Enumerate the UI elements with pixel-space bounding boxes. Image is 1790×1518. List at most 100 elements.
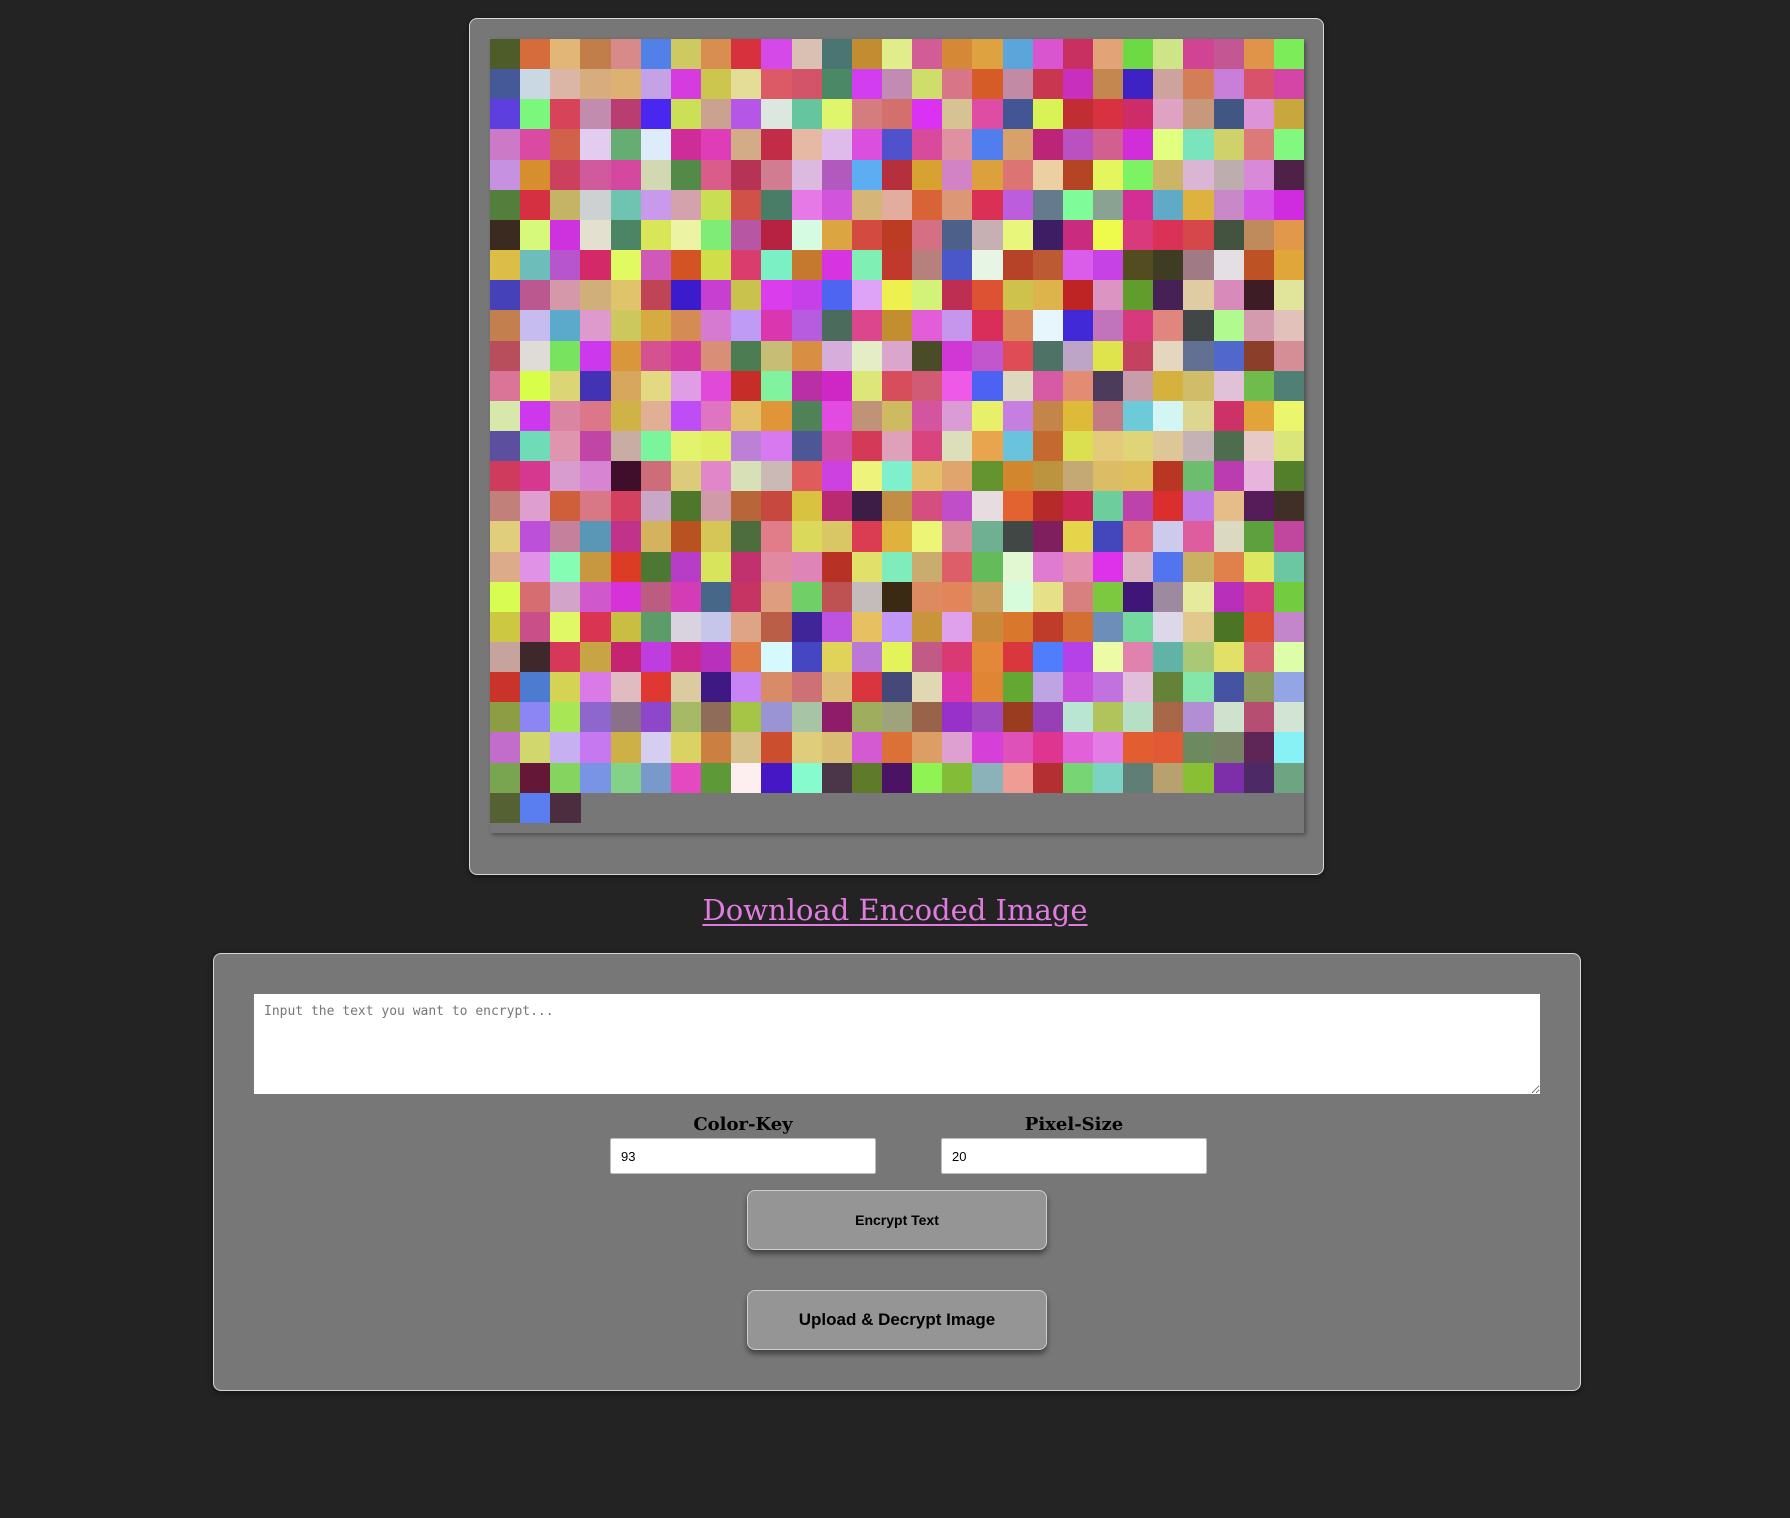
encoded-pixel — [610, 219, 641, 251]
encoded-pixel — [580, 762, 611, 793]
encoded-pixel — [791, 702, 822, 733]
encoded-pixel — [670, 340, 702, 371]
encoded-pixel — [520, 39, 551, 70]
upload-decrypt-image-button[interactable]: Upload & Decrypt Image — [747, 1290, 1047, 1350]
encoded-pixel — [731, 461, 762, 492]
encoded-pixel — [731, 159, 762, 190]
encoded-pixel — [640, 280, 671, 311]
encoded-pixel — [1123, 159, 1154, 190]
encoded-pixel — [490, 250, 521, 281]
encoded-pixel — [550, 159, 581, 190]
encoded-pixel — [1123, 69, 1154, 100]
encoded-pixel — [640, 672, 671, 703]
encoded-pixel — [520, 430, 551, 462]
encoded-pixel — [972, 310, 1003, 341]
download-encoded-image-link[interactable]: Download Encoded Image — [0, 893, 1790, 927]
encoded-pixel — [761, 491, 792, 522]
encoded-pixel — [1213, 99, 1244, 130]
encoded-pixel — [942, 461, 973, 492]
encoded-pixel — [1243, 189, 1274, 220]
encoded-pixel — [580, 340, 611, 371]
encoded-pixel — [701, 280, 732, 311]
encoded-pixel — [610, 732, 641, 763]
encoded-pixel — [1062, 370, 1094, 401]
encoded-pixel — [881, 581, 913, 612]
encoded-pixel — [1273, 491, 1305, 522]
encoded-pixel — [1123, 189, 1154, 220]
encoded-pixel — [640, 581, 671, 612]
encoded-pixel — [1093, 310, 1124, 341]
encoded-pixel — [1002, 310, 1033, 341]
encoded-pixel — [1273, 99, 1305, 130]
encoded-pixel — [610, 69, 641, 100]
encoded-pixel — [791, 732, 822, 763]
encoded-pixel — [881, 702, 913, 733]
encoded-pixel — [610, 189, 641, 220]
encoded-pixel — [821, 280, 852, 311]
encoded-pixel — [1062, 250, 1094, 281]
encoded-pixel — [610, 280, 641, 311]
encoded-pixel — [912, 642, 943, 673]
encoded-pixel — [520, 491, 551, 522]
encoded-pixel — [761, 732, 792, 763]
encoded-pixel — [550, 672, 581, 703]
encoded-pixel — [851, 189, 883, 220]
encoded-pixel — [550, 732, 581, 763]
encoded-pixel — [1273, 702, 1305, 733]
encoded-pixel — [701, 310, 732, 341]
encoded-pixel — [550, 39, 581, 70]
encoded-pixel — [972, 280, 1003, 311]
encoded-pixel — [1032, 280, 1063, 311]
encoded-pixel — [550, 370, 581, 401]
encoded-pixel — [670, 642, 702, 673]
encoded-pixel — [942, 69, 973, 100]
encoded-pixel — [1002, 611, 1033, 643]
encoded-pixel — [1123, 39, 1154, 70]
encoded-pixel — [912, 219, 943, 251]
encoded-pixel — [1002, 491, 1033, 522]
encoded-pixel — [1153, 219, 1184, 251]
encoded-pixel — [1273, 762, 1305, 793]
encoded-pixel — [1093, 491, 1124, 522]
encoded-pixel — [550, 280, 581, 311]
encoded-pixel — [1093, 430, 1124, 462]
encoded-pixel — [580, 672, 611, 703]
encoded-pixel — [851, 340, 883, 371]
encoded-pixel — [942, 581, 973, 612]
pixel-size-input[interactable] — [941, 1138, 1207, 1174]
plaintext-input[interactable] — [254, 994, 1540, 1094]
encoded-pixel — [881, 370, 913, 401]
encoded-pixel — [701, 250, 732, 281]
encoded-pixel — [1243, 39, 1274, 70]
encoded-pixel — [731, 340, 762, 371]
encoded-pixel — [1062, 461, 1094, 492]
encoded-pixel — [761, 642, 792, 673]
encoded-pixel — [942, 762, 973, 793]
encoded-pixel — [821, 219, 852, 251]
encoded-pixel — [1213, 250, 1244, 281]
encoded-pixel — [1213, 611, 1244, 643]
encoded-pixel — [881, 430, 913, 462]
encoded-pixel — [1002, 642, 1033, 673]
encoded-pixel — [881, 762, 913, 793]
encoded-pixel — [821, 491, 852, 522]
encoded-pixel — [610, 521, 641, 552]
encoded-pixel — [791, 99, 822, 130]
encoded-pixel — [1153, 370, 1184, 401]
encoded-pixel — [640, 39, 671, 70]
encoded-pixel — [1243, 581, 1274, 612]
encoded-pixel — [1062, 219, 1094, 251]
encoded-pixel — [550, 219, 581, 251]
encoded-pixel — [731, 99, 762, 130]
encoded-pixel — [1213, 280, 1244, 311]
encoded-pixel — [1062, 581, 1094, 612]
encoded-pixel — [791, 400, 822, 432]
encoded-pixel — [1002, 762, 1033, 793]
encoded-pixel — [1062, 611, 1094, 643]
encoded-pixel — [1093, 551, 1124, 582]
encoded-pixel — [881, 340, 913, 371]
encrypt-text-button[interactable]: Encrypt Text — [747, 1190, 1047, 1250]
color-key-input[interactable] — [610, 1138, 876, 1174]
encoded-pixel — [701, 400, 732, 432]
color-key-field: Color-Key — [610, 1114, 876, 1174]
